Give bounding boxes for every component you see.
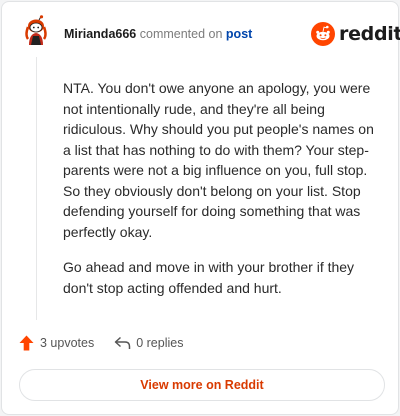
- upvote-button[interactable]: 3 upvotes: [19, 335, 94, 351]
- user-avatar[interactable]: [19, 15, 53, 49]
- reddit-logo[interactable]: reddit: [311, 22, 400, 46]
- replies-button[interactable]: 0 replies: [114, 336, 183, 350]
- comment-body: NTA. You don't owe anyone an apology, yo…: [63, 78, 383, 313]
- username[interactable]: Mirianda666: [64, 27, 136, 41]
- reddit-wordmark: reddit: [339, 23, 400, 45]
- upvote-arrow-icon: [19, 335, 34, 351]
- comment-embed-card: Mirianda666 commented on post reddit NTA…: [1, 1, 400, 415]
- reply-arrow-icon: [114, 336, 131, 349]
- post-link[interactable]: post: [226, 27, 252, 41]
- comment-paragraph: Go ahead and move in with your brother i…: [63, 259, 355, 296]
- reddit-snoo-icon: [311, 22, 335, 46]
- comment-paragraph: NTA. You don't owe anyone an apology, yo…: [63, 80, 374, 240]
- view-more-button[interactable]: View more on Reddit: [19, 369, 385, 401]
- upvote-count: 3 upvotes: [40, 336, 95, 350]
- comment-footer: 3 upvotes 0 replies: [19, 335, 183, 351]
- action-text: commented on: [139, 27, 223, 41]
- reply-count: 0 replies: [136, 336, 184, 350]
- thread-line: [36, 57, 37, 320]
- comment-header: Mirianda666 commented on post: [64, 27, 252, 41]
